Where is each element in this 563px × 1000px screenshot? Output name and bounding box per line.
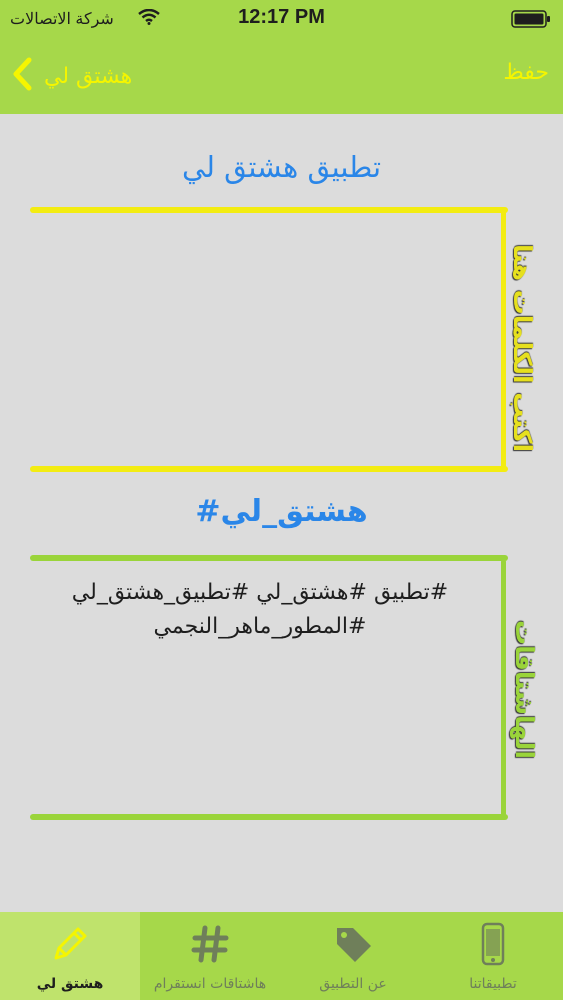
result-line: #تطبيق #هشتق_لي #تطبيق_هشتق_لي — [71, 580, 449, 605]
status-bar: شركة الاتصالات 12:17 PM — [0, 0, 563, 36]
generate-hashtags-button[interactable]: #هشتق_لي — [0, 494, 563, 529]
divider-bottom — [30, 466, 508, 472]
back-button-label: هشتق لي — [44, 63, 133, 89]
divider-right — [501, 210, 506, 472]
tab-label: هاشتاقات انستقرام — [153, 976, 267, 992]
page-title: تطبيق هشتق لي — [181, 150, 382, 184]
battery-icon — [511, 10, 551, 33]
save-button[interactable]: حفظ — [503, 60, 549, 85]
tab-label: تطبيقاتنا — [469, 976, 517, 992]
clock-time: 12:17 PM — [238, 6, 325, 28]
hash-icon — [140, 922, 280, 970]
divider-right — [501, 560, 506, 820]
divider-top — [30, 207, 508, 213]
divider-top — [30, 555, 508, 561]
words-input[interactable] — [40, 218, 494, 462]
tab-label: عن التطبيق — [319, 976, 387, 992]
phone-icon — [423, 922, 563, 970]
words-label: اكتب الكلمات هنا — [508, 244, 537, 453]
hashtags-label: الهاشتاقات — [510, 620, 539, 759]
tab-instagram-hashtags[interactable]: هاشتاقات انستقرام — [140, 912, 280, 1000]
divider-bottom — [30, 814, 508, 820]
tab-about-app[interactable]: عن التطبيق — [283, 912, 423, 1000]
tag-icon — [283, 922, 423, 970]
tab-label: هشتق لي — [36, 976, 104, 992]
tab-bar: هشتق لي هاشتاقات انستقرام عن التطبيق تطب… — [0, 912, 563, 1000]
hashtags-result: #تطبيق #هشتق_لي #تطبيق_هشتق_لي #المطور_م… — [40, 576, 480, 644]
pencil-icon — [0, 922, 140, 970]
tab-hashtag-me[interactable]: هشتق لي — [0, 912, 140, 1000]
tab-our-apps[interactable]: تطبيقاتنا — [423, 912, 563, 1000]
chevron-left-icon — [12, 57, 32, 95]
navigation-bar: هشتق لي حفظ — [0, 36, 563, 114]
result-line: #المطور_ماهر_النجمي — [153, 614, 367, 639]
back-button[interactable]: هشتق لي — [12, 56, 132, 96]
